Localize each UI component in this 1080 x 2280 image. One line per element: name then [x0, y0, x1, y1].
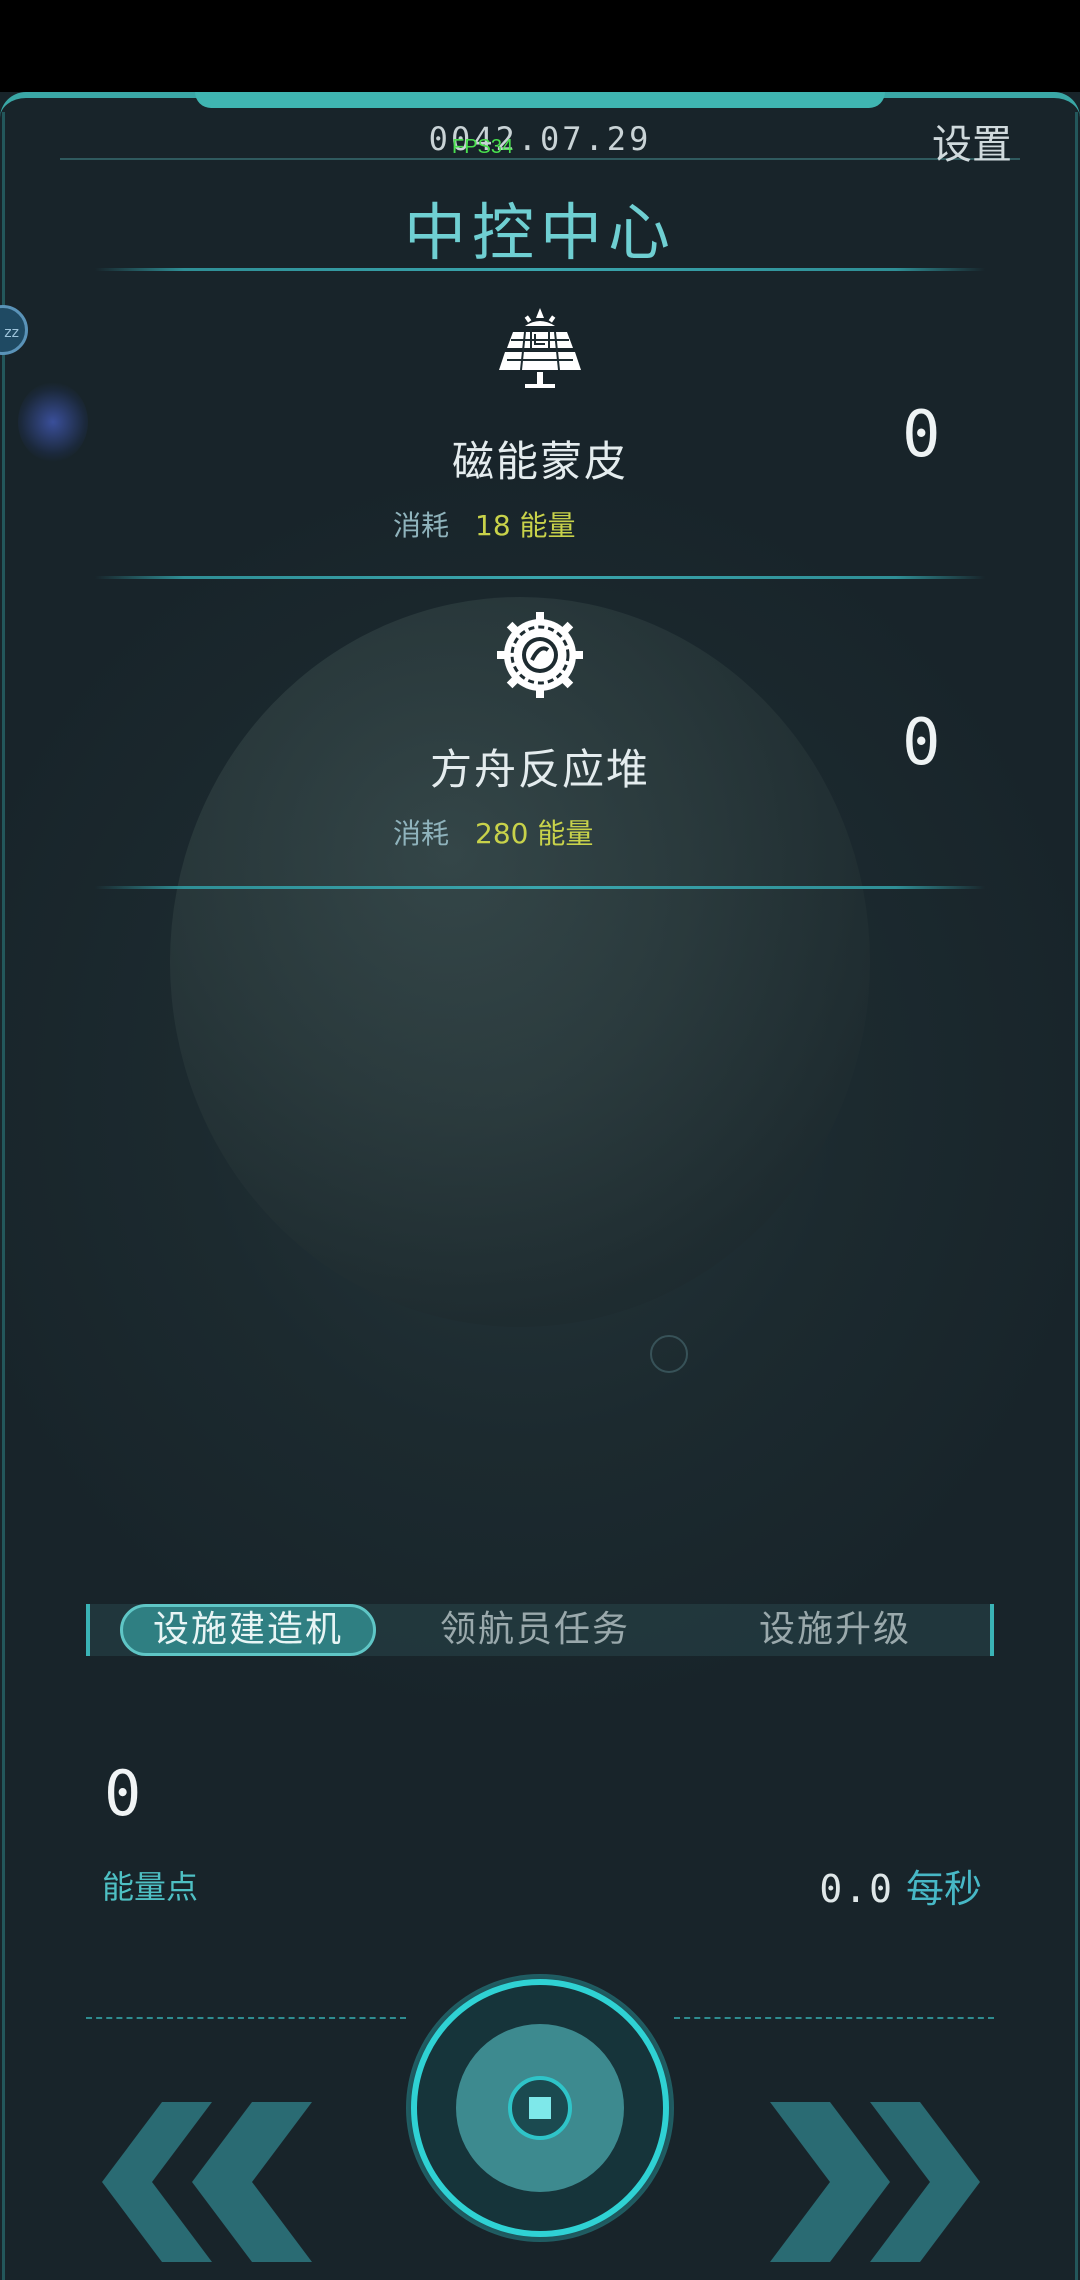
energy-points-value: 0	[104, 1757, 142, 1830]
fps-counter: FPS34	[452, 136, 514, 158]
energy-rate-unit: 每秒	[905, 1867, 982, 1911]
facility-cost: 消耗 280 能量	[393, 812, 593, 852]
cost-label: 消耗	[393, 817, 450, 850]
double-chevron-right-icon[interactable]	[760, 2102, 980, 2262]
game-date: 0042.07.29	[428, 120, 652, 158]
settings-button[interactable]: 设置	[932, 112, 1012, 170]
energy-rate-value: 0.0	[819, 1867, 894, 1911]
double-chevron-left-icon[interactable]	[102, 2102, 322, 2262]
date-divider	[60, 158, 1020, 160]
energy-points-label: 能量点	[102, 1868, 199, 1906]
facility-divider	[95, 576, 985, 579]
left-dashed-line	[86, 2017, 406, 2019]
page-title: 中控中心	[403, 196, 676, 269]
title-divider	[95, 268, 985, 271]
tab-navigator-missions[interactable]: 领航员任务	[410, 1604, 660, 1656]
game-screen: 0042.07.29 FPS34 设置 中控中心 zz 磁能蒙皮 消耗 18 能…	[0, 92, 1080, 2280]
facility-cost: 消耗 18 能量	[393, 504, 576, 544]
tab-facility-builder[interactable]: 设施建造机	[120, 1604, 376, 1656]
core-button[interactable]	[404, 1972, 676, 2244]
moon-icon	[650, 1335, 688, 1373]
tab-bar: 设施建造机 领航员任务 设施升级	[86, 1604, 994, 1656]
facility-item-ark-reactor[interactable]: 方舟反应堆 消耗 280 能量 0	[0, 610, 1080, 850]
facility-divider	[95, 886, 985, 889]
solar-panel-icon	[499, 308, 581, 388]
tab-facility-upgrade[interactable]: 设施升级	[730, 1604, 940, 1656]
energy-rate: 0.0 每秒	[819, 1858, 982, 1913]
facility-count: 0	[902, 398, 941, 472]
cost-value: 280 能量	[475, 817, 594, 850]
right-dashed-line	[674, 2017, 994, 2019]
facility-count: 0	[902, 706, 941, 780]
reactor-gear-icon	[497, 612, 583, 698]
cost-label: 消耗	[393, 509, 450, 542]
core-button-icon	[529, 2097, 551, 2119]
facility-item-magnetic-skin[interactable]: 磁能蒙皮 消耗 18 能量 0	[0, 302, 1080, 542]
cost-value: 18 能量	[475, 509, 576, 542]
